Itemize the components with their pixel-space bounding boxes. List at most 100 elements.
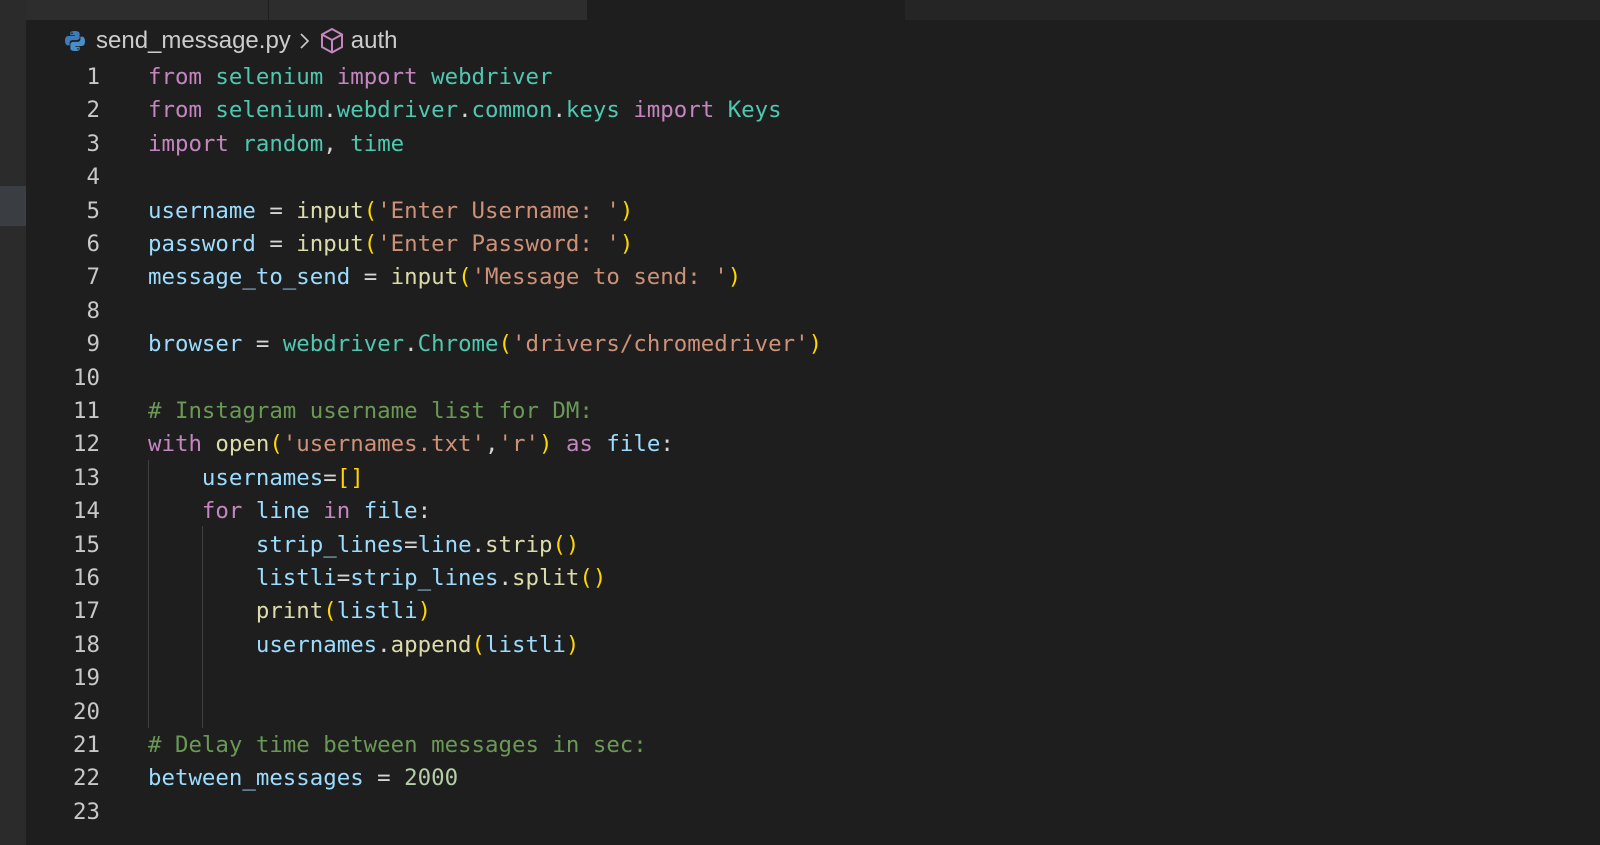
code-line[interactable]: 19 [26, 661, 1600, 695]
code-token: ( [363, 231, 378, 257]
code-token: for [201, 498, 243, 525]
code-token: , [485, 431, 499, 458]
code-token: # Instagram username list for DM: [148, 398, 593, 424]
chevron-right-icon [299, 32, 311, 50]
code-token: line [255, 498, 310, 525]
code-token: usernames [201, 464, 324, 491]
line-number: 17 [73, 598, 100, 625]
line-number: 4 [86, 164, 100, 191]
cube-icon [319, 27, 345, 55]
code-token: 'r' [498, 431, 539, 458]
code-token: browser [148, 331, 243, 358]
line-number: 14 [73, 498, 100, 525]
line-number: 8 [86, 297, 100, 324]
code-token: input [390, 264, 459, 291]
code-token: 'Enter Password: ' [377, 231, 620, 257]
breadcrumb-file[interactable]: send_message.py [96, 27, 291, 55]
code-token: = [350, 264, 391, 291]
code-token: . [458, 97, 472, 124]
code-token: password [148, 231, 256, 257]
code-line[interactable]: 5 username = input('Enter Username: ') [26, 194, 1600, 228]
code-token: = [336, 565, 351, 591]
code-text: from selenium import webdriver [148, 60, 552, 94]
code-text: print(listli) [148, 594, 431, 628]
code-token: split [512, 565, 580, 591]
tab-2[interactable] [269, 0, 588, 20]
tab-bar [26, 0, 1600, 20]
code-token: input [296, 197, 364, 224]
line-number: 2 [86, 97, 100, 124]
code-editor[interactable]: 1 from selenium import webdriver 2 from sel… [26, 60, 1600, 845]
code-token: line [417, 531, 472, 558]
code-token: [] [336, 464, 364, 491]
code-line[interactable]: 22 between_messages = 2000 [26, 761, 1600, 795]
code-line[interactable]: 1 from selenium import webdriver [26, 60, 1600, 94]
code-token: () [579, 565, 607, 591]
code-token: common [471, 97, 553, 124]
tab-active[interactable] [588, 0, 905, 20]
code-line[interactable]: 23 [26, 795, 1600, 829]
line-number: 12 [73, 431, 100, 458]
code-text: strip_lines=line.strip() [148, 528, 580, 562]
code-line[interactable]: 8 [26, 294, 1600, 328]
code-line[interactable]: 9 browser = webdriver.Chrome('drivers/chr… [26, 327, 1600, 361]
code-text: browser = webdriver.Chrome('drivers/chro… [148, 327, 822, 361]
code-token: 2000 [404, 765, 459, 792]
line-number: 9 [86, 331, 100, 358]
code-token: = [242, 331, 283, 358]
tab-1[interactable] [26, 0, 269, 20]
code-line[interactable]: 6 password = input('Enter Password: ') [26, 227, 1600, 261]
code-token: ( [323, 598, 337, 625]
code-line[interactable]: 16 listli=strip_lines.split() [26, 561, 1600, 595]
code-line[interactable]: 15 strip_lines=line.strip() [26, 528, 1600, 562]
code-line[interactable]: 20 [26, 695, 1600, 729]
code-line[interactable]: 12 with open('usernames.txt','r') as file… [26, 427, 1600, 461]
code-line[interactable]: 21 # Delay time between messages in sec: [26, 728, 1600, 762]
code-line[interactable]: 14 for line in file: [26, 494, 1600, 528]
code-token: usernames [255, 631, 378, 658]
code-line[interactable]: 17 print(listli) [26, 594, 1600, 628]
code-token: message_to_send [148, 264, 351, 291]
code-text: from selenium.webdriver.common.keys impo… [148, 93, 782, 127]
code-line[interactable]: 10 [26, 361, 1600, 395]
code-line[interactable]: 7 message_to_send = input('Message to sen… [26, 260, 1600, 294]
line-number: 15 [73, 531, 100, 558]
line-number: 20 [73, 698, 100, 725]
code-line[interactable]: 2 from selenium.webdriver.common.keys imp… [26, 93, 1600, 127]
code-token: ) [538, 431, 553, 458]
code-token: input [296, 231, 364, 257]
code-text: username = input('Enter Username: ') [148, 194, 633, 228]
code-line[interactable]: 18 usernames.append(listli) [26, 628, 1600, 662]
code-token: from [148, 97, 202, 124]
code-text: for line in file: [148, 494, 431, 528]
code-token: from [148, 64, 202, 90]
code-token: ( [363, 197, 378, 224]
line-number: 6 [86, 231, 100, 257]
code-token: : [417, 498, 432, 525]
code-token: open [215, 431, 270, 458]
code-token: append [390, 631, 472, 658]
code-token: webdriver [431, 64, 553, 90]
code-token: = [255, 231, 297, 257]
code-line[interactable]: 13 usernames=[] [26, 461, 1600, 495]
code-line[interactable]: 3 import random, time [26, 127, 1600, 161]
breadcrumb-symbol[interactable]: auth [351, 27, 398, 55]
code-token: : [660, 431, 674, 458]
code-token: as [565, 431, 593, 458]
line-number: 18 [73, 631, 100, 658]
code-token: ( [498, 331, 513, 358]
code-line[interactable]: 11 # Instagram username list for DM: [26, 394, 1600, 428]
code-token: ( [269, 431, 283, 458]
line-number: 22 [73, 765, 100, 792]
line-number: 16 [73, 565, 100, 591]
code-text: # Delay time between messages in sec: [148, 728, 647, 762]
code-token: ( [458, 264, 472, 291]
code-line[interactable]: 4 [26, 160, 1600, 194]
